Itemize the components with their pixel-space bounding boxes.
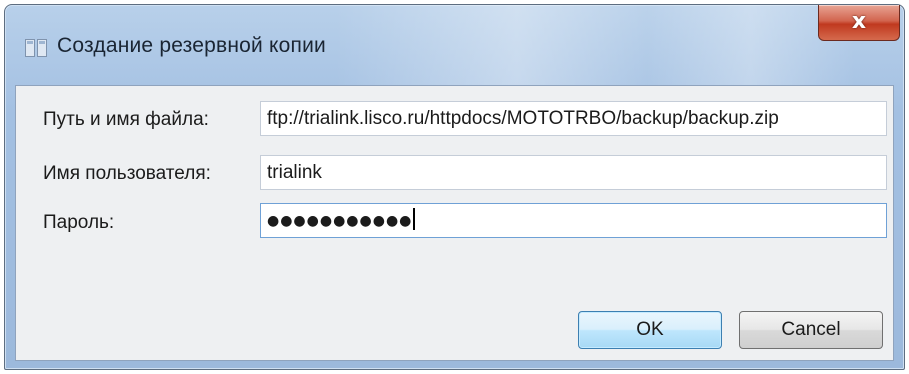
password-mask: ●●●●●●●●●●●: [267, 213, 413, 230]
text-caret: [413, 208, 416, 230]
title-bar[interactable]: Создание резервной копии x: [5, 5, 904, 85]
username-label: Имя пользователя:: [43, 163, 211, 184]
password-label: Пароль:: [43, 212, 115, 233]
window-title: Создание резервной копии: [57, 34, 326, 57]
path-input[interactable]: ftp://trialink.lisco.ru/httpdocs/MOTOTRB…: [260, 101, 887, 136]
title-bar-shine: [335, 5, 855, 85]
backup-dialog: Создание резервной копии x Путь и имя фа…: [4, 4, 905, 370]
close-icon: x: [851, 9, 867, 34]
ok-button[interactable]: OK: [578, 311, 722, 349]
username-input[interactable]: trialink: [260, 155, 887, 190]
password-input[interactable]: ●●●●●●●●●●●: [260, 203, 887, 238]
dialog-window-icon: [25, 39, 47, 57]
dialog-client-area: Путь и имя файла: ftp://trialink.lisco.r…: [15, 85, 894, 361]
cancel-button[interactable]: Cancel: [739, 311, 883, 349]
close-button[interactable]: x: [818, 5, 900, 41]
path-label: Путь и имя файла:: [43, 109, 209, 130]
